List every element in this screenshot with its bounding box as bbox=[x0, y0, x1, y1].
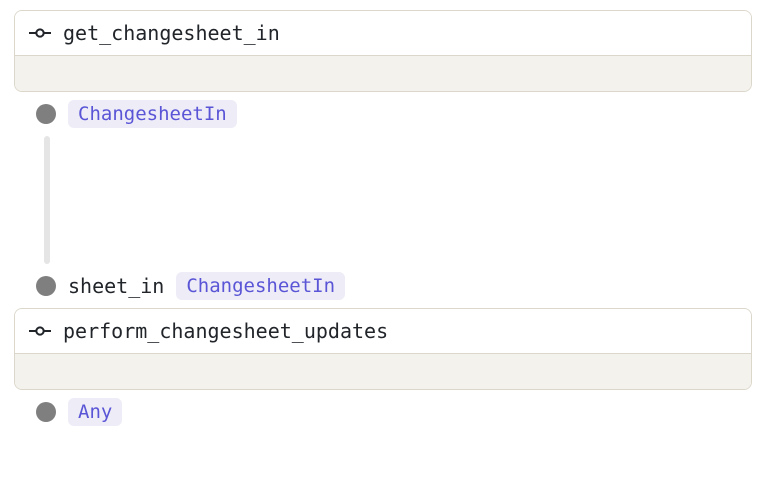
connector bbox=[14, 136, 752, 264]
node-footer bbox=[15, 353, 751, 389]
port-type-badge: ChangesheetIn bbox=[68, 100, 237, 128]
output-port-row: Any bbox=[14, 390, 752, 434]
port-dot[interactable] bbox=[36, 104, 56, 124]
port-label: sheet_in bbox=[68, 274, 164, 298]
node-header: perform_changesheet_updates bbox=[15, 309, 751, 353]
node-get-changesheet-in[interactable]: get_changesheet_in bbox=[14, 10, 752, 92]
node-title: perform_changesheet_updates bbox=[63, 319, 388, 343]
port-type-badge: ChangesheetIn bbox=[176, 272, 345, 300]
node-perform-changesheet-updates[interactable]: perform_changesheet_updates bbox=[14, 308, 752, 390]
port-dot[interactable] bbox=[36, 276, 56, 296]
commit-icon bbox=[29, 22, 51, 44]
port-type-badge: Any bbox=[68, 398, 122, 426]
port-dot[interactable] bbox=[36, 402, 56, 422]
connector-line bbox=[44, 136, 50, 264]
input-port-row: sheet_in ChangesheetIn bbox=[14, 264, 752, 308]
node-title: get_changesheet_in bbox=[63, 21, 280, 45]
output-port-row: ChangesheetIn bbox=[14, 92, 752, 136]
node-header: get_changesheet_in bbox=[15, 11, 751, 55]
commit-icon bbox=[29, 320, 51, 342]
node-footer bbox=[15, 55, 751, 91]
